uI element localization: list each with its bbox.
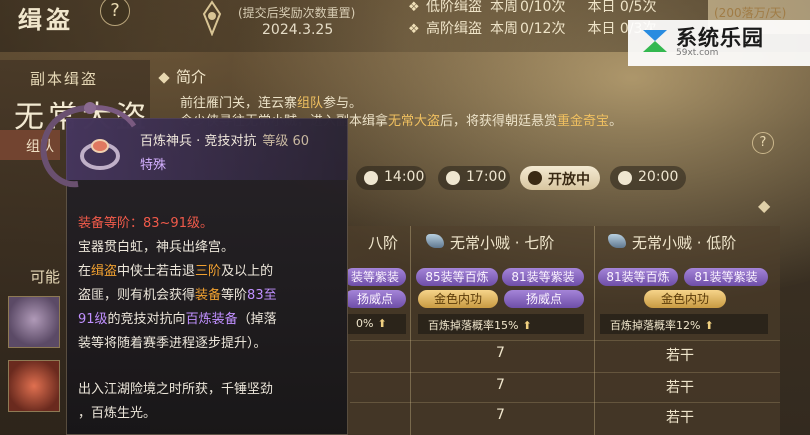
tag-prestige: 扬威点 (344, 290, 406, 308)
intro-heading: 简介 (158, 66, 206, 87)
drop-rate-seventh: 百炼掉落概率15% ⬆ (418, 314, 584, 334)
cell-seventh: 7 (496, 377, 505, 393)
tooltip-item-name: 百炼神兵 · 竞技对抗 等级 60 (140, 134, 310, 149)
low-week-count: 0/10次 (520, 0, 566, 15)
tag-gold-skill: 金色内功 (644, 290, 726, 308)
drop-item-fire[interactable] (8, 360, 60, 412)
watermark-logo-icon (643, 30, 667, 52)
tooltip-equip-level: 装备等阶：83~91级。 (78, 216, 213, 231)
arrow-up-icon: ⬆ (377, 317, 387, 330)
diamond-icon: ◆ (758, 196, 771, 215)
bag-icon: ❖ (408, 0, 420, 15)
low-tier-label: 低阶缉盗 (426, 0, 482, 15)
screen: { "header": { "title": "缉盗", "help": "?"… (0, 0, 810, 435)
tooltip-rarity: 特殊 (140, 158, 167, 173)
emblem-icon (202, 0, 222, 36)
time-slot-1400[interactable]: 14:00 (356, 166, 426, 190)
time-slot-1700[interactable]: 17:00 (438, 166, 510, 190)
col-low-tier-title: 无常小贼 · 低阶 (608, 232, 736, 253)
tag-85-refined: 85装等百炼 (416, 268, 498, 286)
low-day-count: 0/5次 (619, 0, 657, 15)
time-slot-open[interactable]: 开放中 (520, 166, 600, 190)
intro-line-1: 前往雁门关，连云寨组队参与。 (180, 96, 363, 111)
table-row: 7 若干 (350, 340, 780, 364)
tooltip-line: 在缉盗中侠士若击退三阶及以上的 (78, 264, 274, 279)
time-slot-2000[interactable]: 20:00 (610, 166, 686, 190)
side-help-button[interactable]: ? (752, 132, 774, 154)
low-tier-stats: ❖ 低阶缉盗 本周 0/10次 本日 0/5次 (408, 0, 657, 15)
watermark-url: 59xt.com (676, 48, 719, 58)
tag-81-purple: 81装等紫装 (684, 268, 768, 286)
reset-note: (提交后奖励次数重置) (238, 6, 356, 20)
tag-gold-skill: 金色内功 (418, 290, 498, 308)
arrow-up-icon: ⬆ (704, 319, 714, 332)
tooltip-line: 装等将随着赛季进程逐步提升）。 (78, 336, 267, 351)
page-title: 缉盗 (18, 6, 74, 34)
diamond-bullet-icon (158, 72, 170, 84)
possible-drops-label: 可能 (30, 268, 61, 286)
cell-low: 若干 (666, 410, 694, 426)
drop-rate-eighth: 0% ⬆ (346, 314, 406, 334)
cell-seventh: 7 (496, 407, 505, 423)
cell-seventh: 7 (496, 345, 505, 361)
col-eighth-tier-title: 八阶 (368, 234, 399, 252)
tooltip-line: 宝器贯白虹，神兵出绛宫。 (78, 240, 235, 255)
table-row: 7 若干 (350, 402, 780, 426)
cell-low: 若干 (666, 380, 694, 396)
tooltip-line: 91级的竞技对抗向百炼装备（掉落 (78, 312, 277, 327)
clock-icon (618, 171, 632, 185)
tag-81-refined: 81装等百炼 (598, 268, 678, 286)
high-tier-label: 高阶缉盗 (426, 21, 482, 37)
drop-item-ring[interactable] (8, 296, 60, 348)
bag-icon: ❖ (408, 22, 420, 37)
tag-prestige: 扬威点 (504, 290, 584, 308)
crossed-swords-icon (528, 171, 542, 185)
col-seventh-tier-title: 无常小贼 · 七阶 (426, 232, 554, 253)
arrow-up-icon: ⬆ (522, 319, 532, 332)
tag-purple-gear: 装等紫装 (344, 268, 406, 286)
clock-icon (446, 171, 460, 185)
bandit-icon (426, 234, 444, 248)
drop-rate-low: 百炼掉落概率12% ⬆ (600, 314, 768, 334)
date-text: 2024.3.25 (262, 22, 334, 38)
tooltip-line: 盗匪，则有机会获得装备等阶83至 (78, 288, 277, 303)
ring-icon (80, 139, 120, 170)
dungeon-label: 副本缉盗 (30, 70, 99, 88)
table-row: 7 若干 (350, 372, 780, 396)
high-week-count: 0/12次 (520, 21, 566, 37)
cell-low: 若干 (666, 348, 694, 364)
clock-icon (364, 171, 378, 185)
bandit-icon (608, 234, 626, 248)
high-tier-stats: ❖高阶缉盗本周0/12次本日 0/3次 (408, 18, 656, 38)
tooltip-line: 出入江湖险境之时所获，千锤坚劲 (78, 382, 274, 397)
tooltip-line: ，百炼生光。 (78, 406, 157, 421)
tag-81-purple: 81装等紫装 (502, 268, 584, 286)
